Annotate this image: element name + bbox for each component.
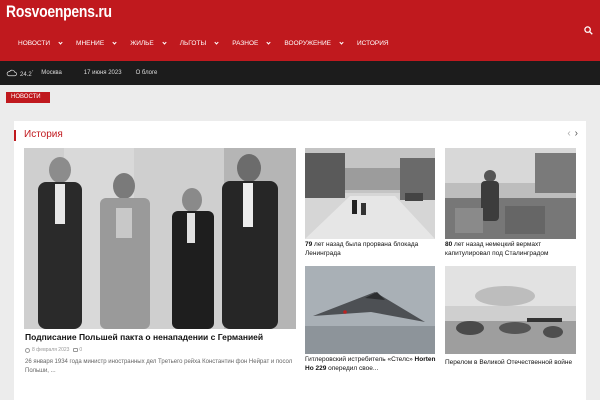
- chevron-down-icon: [214, 39, 219, 45]
- nav-item-label: Вооружение: [284, 39, 331, 47]
- nav-item-news[interactable]: Новости: [18, 39, 63, 47]
- nav-item-label: Новости: [18, 39, 51, 47]
- chevron-down-icon: [58, 39, 63, 45]
- featured-article-excerpt: 26 января 1934 года министр иностранных …: [25, 359, 293, 374]
- temperature-value: 24.2: [20, 71, 32, 78]
- title-tail: опередил свое...: [326, 364, 379, 372]
- nav-item-misc[interactable]: Разное: [232, 39, 272, 47]
- clock-icon: [25, 347, 30, 353]
- search-icon[interactable]: [584, 26, 593, 35]
- nav-item-benefits[interactable]: Льготы: [179, 39, 219, 47]
- chevron-down-icon: [112, 39, 117, 45]
- history-section: История ‹ › Подписание Польшей пакта о н…: [14, 121, 586, 396]
- chevron-left-icon[interactable]: ‹: [567, 129, 570, 139]
- title-text: лет назад была прорвана блокада Ленингра…: [305, 241, 419, 257]
- current-date: 17 июня 2023: [83, 70, 122, 76]
- article-card-image[interactable]: [445, 266, 576, 354]
- nav-item-history[interactable]: История: [357, 40, 389, 47]
- article-card-image[interactable]: [305, 266, 435, 354]
- article-card-title[interactable]: 80 лет назад немецкий вермахт капитулиро…: [445, 241, 576, 258]
- nav-item-label: Разное: [232, 39, 259, 47]
- news-ticker-label[interactable]: Новости: [6, 92, 50, 103]
- section-title: История: [14, 129, 63, 141]
- nav-item-housing[interactable]: Жилье: [130, 39, 167, 47]
- next-section-edge: [14, 396, 586, 400]
- title-text: лет назад немецкий вермахт капитулировал…: [445, 241, 549, 257]
- degree-sign: °: [31, 68, 34, 74]
- chevron-down-icon: [339, 39, 344, 45]
- carousel-arrows: ‹ ›: [567, 129, 578, 139]
- top-info-bar: 24.2° Москва 17 июня 2023 О блоге: [0, 61, 600, 85]
- nav-item-weapons[interactable]: Вооружение: [284, 39, 344, 47]
- site-logo[interactable]: Rosvoenpens.ru: [6, 2, 112, 22]
- featured-article-image[interactable]: [24, 148, 296, 329]
- chevron-right-icon[interactable]: ›: [575, 129, 578, 139]
- main-nav: Новости Мнение Жилье Льготы Разное Воору…: [18, 38, 403, 48]
- title-text: Перелом в Великой Отечественной войне: [445, 359, 573, 366]
- article-date: 8 февраля 2023: [32, 347, 70, 353]
- nav-item-opinion[interactable]: Мнение: [76, 39, 117, 47]
- city-name: Москва: [41, 70, 62, 76]
- article-card-title[interactable]: Перелом в Великой Отечественной войне: [445, 359, 579, 368]
- nav-item-label: История: [357, 39, 389, 47]
- cloud-icon: [6, 69, 17, 77]
- nav-item-label: Мнение: [76, 39, 105, 47]
- nav-item-label: Льготы: [179, 39, 207, 47]
- chevron-down-icon: [266, 39, 272, 45]
- article-card-image[interactable]: [445, 148, 576, 239]
- article-card-title[interactable]: 79 лет назад была прорвана блокада Ленин…: [305, 241, 437, 258]
- title-text: Гитлеровский истребитель «Стелс»: [305, 356, 415, 363]
- article-card-image[interactable]: [305, 148, 435, 239]
- nav-item-label: Жилье: [130, 39, 154, 47]
- featured-article-meta: 8 февраля 2023 0: [25, 347, 82, 353]
- site-header: Rosvoenpens.ru Новости Мнение Жилье Льго…: [0, 0, 600, 61]
- featured-article-title[interactable]: Подписание Польшей пакта о ненападении с…: [25, 332, 305, 342]
- temperature: 24.2°: [20, 69, 33, 78]
- comment-count[interactable]: 0: [79, 347, 82, 353]
- comment-icon: [73, 348, 79, 352]
- chevron-down-icon: [162, 39, 167, 45]
- about-link[interactable]: О блоге: [136, 70, 158, 76]
- article-card-title[interactable]: Гитлеровский истребитель «Стелс» Horten …: [305, 356, 439, 373]
